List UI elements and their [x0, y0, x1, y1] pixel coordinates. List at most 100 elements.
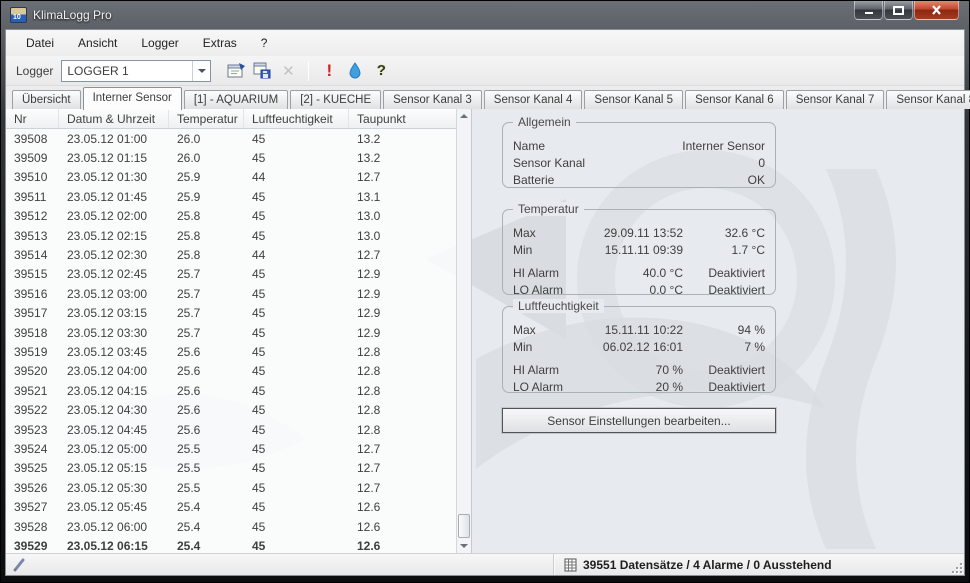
row-label: HI Alarm: [513, 266, 601, 280]
help-button[interactable]: ?: [369, 59, 393, 83]
table-column-header[interactable]: Temperatur: [169, 109, 244, 128]
alarm-button[interactable]: !: [317, 59, 341, 83]
cell-nr: 39508: [6, 132, 59, 146]
sensor-tab[interactable]: Sensor Kanal 6: [685, 90, 784, 109]
table-row[interactable]: 39513 23.05.12 02:15 25.8 45 13.0: [6, 226, 456, 245]
cell-datetime: 23.05.12 01:15: [59, 151, 169, 165]
table-row[interactable]: 39510 23.05.12 01:30 25.9 44 12.7: [6, 168, 456, 187]
menu-item[interactable]: Extras: [191, 32, 249, 54]
cell-dewpoint: 12.7: [349, 481, 456, 495]
cell-nr: 39510: [6, 170, 59, 184]
cell-nr: 39513: [6, 229, 59, 243]
cell-datetime: 23.05.12 03:00: [59, 287, 169, 301]
cell-humidity: 45: [244, 287, 349, 301]
menu-item[interactable]: Ansicht: [66, 32, 129, 54]
table-row[interactable]: 39517 23.05.12 03:15 25.7 45 12.9: [6, 304, 456, 323]
cell-humidity: 45: [244, 384, 349, 398]
cell-nr: 39514: [6, 248, 59, 262]
scrollbar-thumb[interactable]: [458, 514, 470, 538]
table-row[interactable]: 39520 23.05.12 04:00 25.6 45 12.8: [6, 362, 456, 381]
sensor-tab[interactable]: [1] - AQUARIUM: [184, 90, 288, 109]
cell-datetime: 23.05.12 04:00: [59, 364, 169, 378]
sensor-properties-button[interactable]: [224, 59, 248, 83]
table-row[interactable]: 39515 23.05.12 02:45 25.7 45 12.9: [6, 265, 456, 284]
app-icon: 10: [10, 7, 27, 23]
table-row[interactable]: 39529 23.05.12 06:15 25.4 45 12.6: [6, 536, 456, 553]
table-column-header[interactable]: Nr: [6, 109, 59, 128]
table-column-header[interactable]: Luftfeuchtigkeit: [244, 109, 349, 128]
scroll-up-button[interactable]: [457, 109, 471, 123]
cell-temperature: 25.4: [169, 500, 244, 514]
sensor-tab[interactable]: Übersicht: [12, 90, 81, 109]
cell-humidity: 45: [244, 520, 349, 534]
table-row[interactable]: 39518 23.05.12 03:30 25.7 45 12.9: [6, 323, 456, 342]
close-button[interactable]: [914, 1, 959, 20]
temperature-minmax-row: Min 15.11.11 09:39 1.7 °C: [513, 241, 765, 258]
row-threshold: 40.0 °C: [601, 266, 683, 280]
cell-datetime: 23.05.12 05:15: [59, 461, 169, 475]
cell-nr: 39521: [6, 384, 59, 398]
temperature-alarm-row: HI Alarm 40.0 °C Deaktiviert: [513, 264, 765, 281]
chevron-down-icon[interactable]: [192, 61, 210, 81]
table-vertical-scrollbar[interactable]: [456, 109, 471, 553]
general-row-label: Sensor Kanal: [513, 156, 601, 170]
logger-select-label: Logger: [16, 64, 53, 78]
table-row[interactable]: 39527 23.05.12 05:45 25.4 45 12.6: [6, 497, 456, 516]
cell-dewpoint: 13.2: [349, 132, 456, 146]
general-group-title: Allgemein: [513, 115, 576, 129]
cell-temperature: 25.6: [169, 364, 244, 378]
cell-dewpoint: 12.7: [349, 461, 456, 475]
cell-humidity: 45: [244, 461, 349, 475]
sensor-tab[interactable]: Interner Sensor: [83, 87, 182, 110]
table-row[interactable]: 39516 23.05.12 03:00 25.7 45 12.9: [6, 284, 456, 303]
menu-item[interactable]: ?: [249, 32, 280, 54]
cell-dewpoint: 12.6: [349, 500, 456, 514]
cell-nr: 39528: [6, 520, 59, 534]
table-row[interactable]: 39521 23.05.12 04:15 25.6 45 12.8: [6, 381, 456, 400]
logger-combobox[interactable]: LOGGER 1: [61, 60, 211, 82]
table-row[interactable]: 39509 23.05.12 01:15 26.0 45 13.2: [6, 148, 456, 167]
table-row[interactable]: 39508 23.05.12 01:00 26.0 45 13.2: [6, 129, 456, 148]
cell-humidity: 45: [244, 364, 349, 378]
sensor-tab[interactable]: [2] - KUECHE: [290, 90, 381, 109]
cell-datetime: 23.05.12 01:00: [59, 132, 169, 146]
table-column-header[interactable]: Datum & Uhrzeit: [59, 109, 169, 128]
export-data-button[interactable]: [250, 59, 274, 83]
sensor-tab[interactable]: Sensor Kanal 7: [786, 90, 885, 109]
table-row[interactable]: 39511 23.05.12 01:45 25.9 45 13.1: [6, 187, 456, 206]
minimize-button[interactable]: [854, 1, 883, 20]
sensor-tab[interactable]: Sensor Kanal 4: [484, 90, 583, 109]
cell-dewpoint: 12.7: [349, 442, 456, 456]
titlebar[interactable]: 10 KlimaLogg Pro: [1, 1, 969, 29]
sensor-tab[interactable]: Sensor Kanal 5: [584, 90, 683, 109]
humidity-groupbox: Luftfeuchtigkeit Max 15.11.11 10:22 94 %…: [502, 306, 776, 393]
table-row[interactable]: 39526 23.05.12 05:30 25.5 45 12.7: [6, 478, 456, 497]
sensor-tab[interactable]: Sensor Kanal 3: [383, 90, 482, 109]
table-row[interactable]: 39525 23.05.12 05:15 25.5 45 12.7: [6, 459, 456, 478]
general-row-value: 0: [601, 156, 765, 170]
cell-dewpoint: 12.8: [349, 384, 456, 398]
resize-grip[interactable]: [950, 561, 962, 573]
table-row[interactable]: 39522 23.05.12 04:30 25.6 45 12.8: [6, 400, 456, 419]
humidity-button[interactable]: [343, 59, 367, 83]
cell-temperature: 25.6: [169, 403, 244, 417]
table-row[interactable]: 39519 23.05.12 03:45 25.6 45 12.8: [6, 342, 456, 361]
table-row[interactable]: 39523 23.05.12 04:45 25.6 45 12.8: [6, 420, 456, 439]
table-column-header[interactable]: Taupunkt: [349, 109, 471, 128]
cell-nr: 39523: [6, 423, 59, 437]
menu-item[interactable]: Datei: [14, 32, 66, 54]
menu-item[interactable]: Logger: [129, 32, 190, 54]
table-row[interactable]: 39528 23.05.12 06:00 25.4 45 12.6: [6, 517, 456, 536]
table-row[interactable]: 39512 23.05.12 02:00 25.8 45 13.0: [6, 207, 456, 226]
table-row[interactable]: 39524 23.05.12 05:00 25.5 45 12.7: [6, 439, 456, 458]
scroll-down-button[interactable]: [457, 539, 471, 553]
maximize-button[interactable]: [884, 1, 913, 20]
sensor-tab[interactable]: Sensor Kanal 8: [886, 90, 970, 109]
table-row[interactable]: 39514 23.05.12 02:30 25.8 44 12.7: [6, 245, 456, 264]
edit-sensor-settings-button[interactable]: Sensor Einstellungen bearbeiten...: [502, 408, 776, 433]
cell-datetime: 23.05.12 03:15: [59, 306, 169, 320]
cell-humidity: 45: [244, 326, 349, 340]
cell-nr: 39517: [6, 306, 59, 320]
temperature-minmax-row: Max 29.09.11 13:52 32.6 °C: [513, 224, 765, 241]
humidity-group-title: Luftfeuchtigkeit: [513, 299, 604, 313]
